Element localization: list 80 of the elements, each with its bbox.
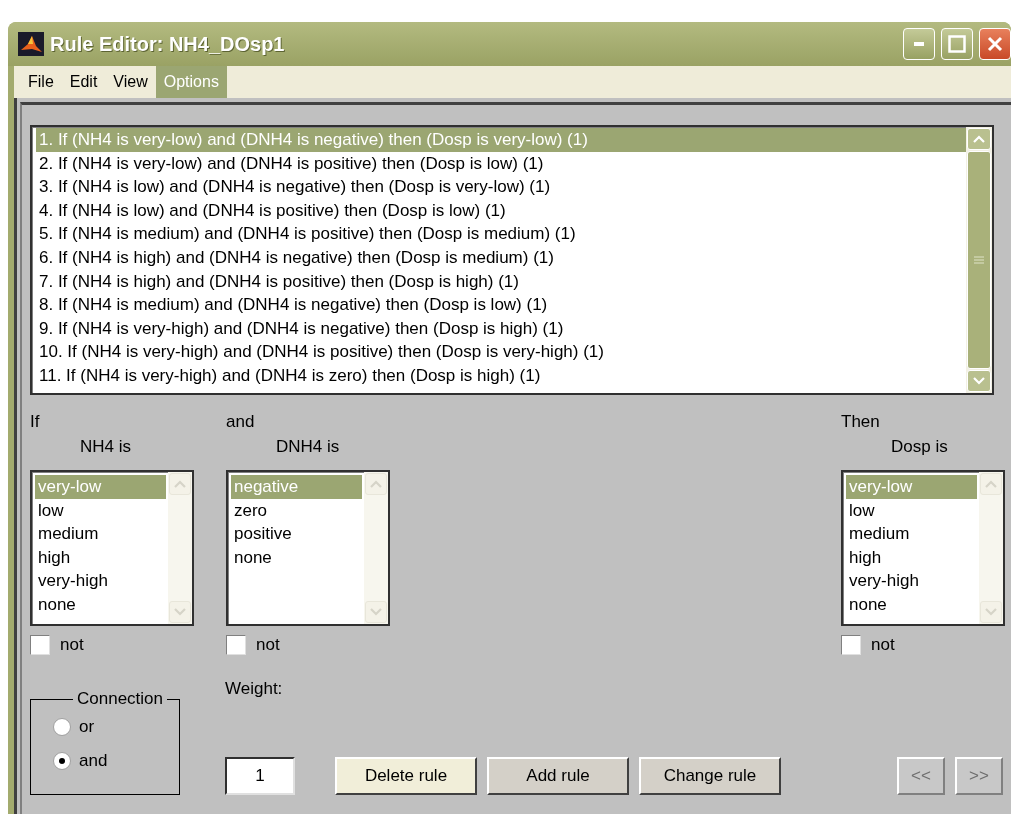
group-title: Connection: [76, 689, 164, 709]
radio-button[interactable]: [53, 752, 71, 770]
rule-row[interactable]: 11. If (NH4 is very-high) and (DNH4 is zero) then (Dosp is high) (1): [36, 363, 966, 388]
term-item[interactable]: medium: [846, 522, 977, 546]
chevron-up-icon: [174, 480, 186, 488]
term-item[interactable]: positive: [231, 522, 362, 546]
radio-label: and: [79, 751, 108, 771]
radio-button[interactable]: [53, 718, 71, 736]
not-checkbox[interactable]: [30, 635, 50, 655]
close-button[interactable]: [979, 28, 1011, 60]
scrollbar[interactable]: [168, 472, 192, 624]
chevron-down-icon: [174, 608, 186, 616]
chevron-down-icon: [985, 608, 997, 616]
scrollbar[interactable]: [364, 472, 388, 624]
chevron-up-icon: [973, 135, 985, 143]
term-item[interactable]: none: [846, 592, 977, 616]
term-item[interactable]: very-high: [846, 569, 977, 593]
chevron-up-icon: [985, 480, 997, 488]
minimize-icon: [914, 42, 924, 46]
rule-row[interactable]: 5. If (NH4 is medium) and (DNH4 is positive) then (Dosp is medium) (1): [36, 222, 966, 246]
scroll-up-button[interactable]: [980, 473, 1002, 495]
minimize-button[interactable]: [903, 28, 935, 60]
term-item[interactable]: none: [231, 545, 362, 569]
rule-row[interactable]: 9. If (NH4 is very-high) and (DNH4 is negative) then (Dosp is high) (1): [36, 316, 966, 341]
term-item[interactable]: low: [35, 498, 166, 522]
radio-label: or: [79, 717, 95, 737]
action-button[interactable]: Change rule: [639, 757, 781, 795]
rule-row[interactable]: 6. If (NH4 is high) and (DNH4 is negative) then (Dosp is medium) (1): [36, 245, 966, 270]
scrollbar[interactable]: [979, 472, 1003, 624]
scrollbar-thumb[interactable]: [967, 151, 991, 369]
menu-item[interactable]: Edit: [61, 66, 106, 98]
scroll-down-button[interactable]: [365, 601, 387, 623]
section-label: and: [226, 411, 255, 433]
close-icon: [987, 36, 1003, 52]
window-title: Rule Editor: NH4_DOsp1: [50, 32, 286, 56]
scroll-down-button[interactable]: [169, 601, 191, 623]
checkbox-label: not: [256, 635, 280, 655]
menu-item[interactable]: View: [105, 66, 156, 98]
variable-label: NH4 is: [80, 436, 131, 458]
not-checkbox[interactable]: [226, 635, 246, 655]
weight-field[interactable]: 1: [225, 757, 295, 795]
scroll-up-button[interactable]: [365, 473, 387, 495]
scroll-up-button[interactable]: [169, 473, 191, 495]
rule-row[interactable]: 7. If (NH4 is high) and (DNH4 is positive) then (Dosp is high) (1): [36, 269, 966, 294]
section-label: Then: [841, 411, 880, 433]
term-list[interactable]: very-low low medium high very-high none: [841, 470, 1005, 626]
rule-list[interactable]: [30, 125, 994, 395]
variable-label: Dosp is: [891, 436, 948, 458]
grip-icon: [974, 256, 984, 264]
menu-item[interactable]: File: [20, 66, 62, 98]
not-checkbox[interactable]: [841, 635, 861, 655]
term-list[interactable]: very-low low medium high very-high none: [30, 470, 194, 626]
rule-row[interactable]: 3. If (NH4 is low) and (DNH4 is negative) then (Dosp is very-low) (1): [36, 175, 966, 199]
term-item[interactable]: high: [35, 545, 166, 569]
term-item[interactable]: medium: [35, 522, 166, 546]
scroll-down-button[interactable]: [980, 601, 1002, 623]
chevron-down-icon: [370, 608, 382, 616]
term-item[interactable]: low: [846, 498, 977, 522]
chevron-up-icon: [370, 480, 382, 488]
chevron-down-icon: [973, 377, 985, 385]
term-item[interactable]: none: [35, 592, 166, 616]
app-logo-icon: [18, 32, 44, 56]
rule-row[interactable]: 8. If (NH4 is medium) and (DNH4 is negative) then (Dosp is low) (1): [36, 293, 966, 317]
section-label: If: [30, 411, 40, 433]
maximize-button[interactable]: [941, 28, 973, 60]
maximize-icon: [948, 35, 966, 53]
rule-row[interactable]: 10. If (NH4 is very-high) and (DNH4 is positive) then (Dosp is very-high) (1): [36, 340, 966, 364]
action-button[interactable]: Delete rule: [335, 757, 477, 795]
checkbox-label: not: [60, 635, 84, 655]
term-list[interactable]: negative zero positive none: [226, 470, 390, 626]
checkbox-label: not: [871, 635, 895, 655]
term-item[interactable]: zero: [231, 498, 362, 522]
action-button[interactable]: Add rule: [487, 757, 629, 795]
weight-label: Weight:: [225, 679, 284, 699]
scrollbar[interactable]: [966, 127, 992, 393]
rule-row[interactable]: 2. If (NH4 is very-low) and (DNH4 is positive) then (Dosp is low) (1): [36, 151, 966, 176]
term-item[interactable]: high: [846, 545, 977, 569]
rule-row[interactable]: 4. If (NH4 is low) and (DNH4 is positive) then (Dosp is low) (1): [36, 198, 966, 223]
variable-label: DNH4 is: [276, 436, 340, 458]
term-item[interactable]: very-high: [35, 569, 166, 593]
